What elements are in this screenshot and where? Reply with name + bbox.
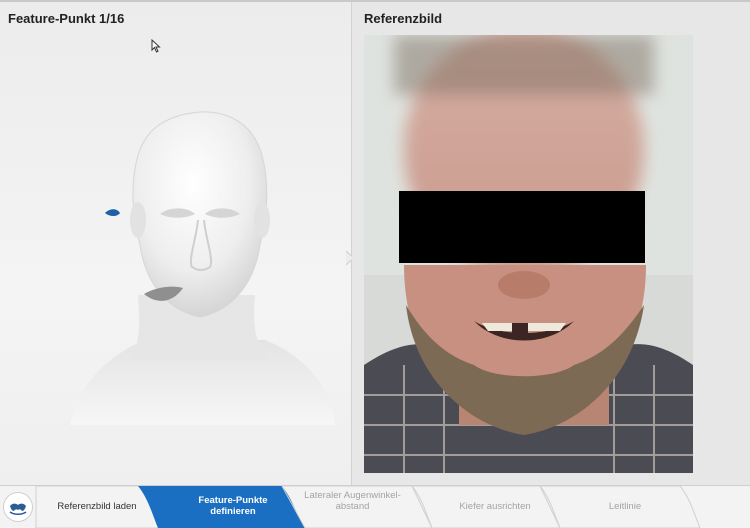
step-define-feature-points[interactable]: Feature-Punkte definieren [185, 495, 281, 517]
mouse-cursor-icon [151, 38, 161, 58]
step-align-jaw[interactable]: Kiefer ausrichten [430, 501, 560, 512]
step-guideline[interactable]: Leitlinie [565, 501, 685, 512]
step-lateral-eye-distance[interactable]: Lateraler Augenwinkel-abstand [300, 490, 405, 512]
censor-bar [399, 191, 645, 263]
reference-image-title: Referenzbild [364, 11, 443, 26]
feature-point-title: Feature-Punkt 1/16 [8, 11, 125, 26]
workflow-step-bar: Referenzbild laden Feature-Punkte defini… [0, 485, 750, 528]
mannequin-head-model[interactable] [60, 95, 340, 425]
step-load-reference[interactable]: Referenzbild laden [42, 501, 152, 512]
